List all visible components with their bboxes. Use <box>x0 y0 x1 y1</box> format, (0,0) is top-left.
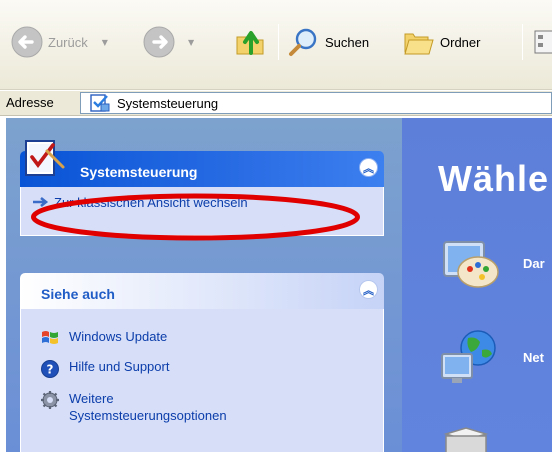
task-pane: Systemsteuerung ︽ Zur klassischen Ansich… <box>6 118 402 452</box>
folders-button[interactable]: Ordner <box>402 24 480 60</box>
collapse-icon[interactable]: ︽ <box>359 280 378 299</box>
back-label: Zurück <box>48 34 88 50</box>
svg-text:?: ? <box>47 363 54 377</box>
see-also-header[interactable]: Siehe auch ︽ <box>20 273 384 309</box>
back-dropdown-icon[interactable]: ▼ <box>102 38 108 47</box>
up-folder-button[interactable] <box>234 24 268 60</box>
address-value: Systemsteuerung <box>117 96 219 111</box>
category-network-label: Net <box>523 350 544 365</box>
help-icon: ? <box>41 360 59 378</box>
collapse-icon[interactable]: ︽ <box>359 158 378 177</box>
more-control-panel-options-link[interactable]: Weitere Systemsteuerungsoptionen <box>40 390 227 424</box>
control-panel-title: Systemsteuerung <box>80 164 198 180</box>
more-options-line2: Systemsteuerungsoptionen <box>69 408 227 423</box>
printer-icon <box>443 427 489 452</box>
address-field[interactable]: Systemsteuerung <box>80 92 552 114</box>
search-button[interactable]: Suchen <box>287 24 369 60</box>
toolbar: Zurück ▼ ▼ Suchen Ordner <box>0 0 552 90</box>
back-arrow-icon <box>11 26 43 58</box>
windows-update-label: Windows Update <box>69 329 168 344</box>
search-label: Suchen <box>325 34 370 50</box>
category-printers[interactable] <box>438 424 498 452</box>
address-bar: Adresse Systemsteuerung <box>0 90 552 116</box>
forward-button[interactable]: ▼ <box>142 24 194 60</box>
help-support-link[interactable]: ? Hilfe und Support <box>40 359 169 379</box>
back-button[interactable]: Zurück ▼ <box>10 24 108 60</box>
forward-dropdown-icon[interactable]: ▼ <box>188 38 194 47</box>
help-support-label: Hilfe und Support <box>69 359 170 374</box>
control-panel-icon <box>90 94 110 112</box>
toolbar-separator <box>522 24 523 60</box>
more-options-text: Weitere Systemsteuerungsoptionen <box>69 390 227 424</box>
category-appearance[interactable]: Dar <box>438 232 552 302</box>
category-network[interactable]: Net <box>438 326 552 396</box>
forward-arrow-icon <box>143 26 175 58</box>
folders-label: Ordner <box>440 34 481 50</box>
views-icon <box>534 30 552 54</box>
content-pane: Wähle Dar Net <box>402 118 552 452</box>
address-label: Adresse <box>6 95 54 110</box>
pick-category-heading: Wähle <box>438 158 550 199</box>
windows-update-link[interactable]: Windows Update <box>40 329 167 347</box>
highlight-ellipse <box>31 193 360 241</box>
control-panel-header[interactable]: Systemsteuerung ︽ <box>20 151 384 187</box>
explorer-window: Zurück ▼ ▼ Suchen Ordner Adresse Systems… <box>0 0 552 452</box>
gear-icon <box>41 391 59 409</box>
category-appearance-label: Dar <box>523 256 545 271</box>
views-button[interactable] <box>532 24 552 60</box>
toolbar-separator <box>278 24 279 60</box>
folders-icon <box>404 33 434 55</box>
more-options-line1: Weitere <box>69 391 114 406</box>
appearance-icon <box>443 241 499 288</box>
see-also-task-box: Siehe auch ︽ Windows Update ? Hilfe und … <box>20 273 384 452</box>
search-icon <box>289 28 317 56</box>
control-panel-large-icon <box>25 140 65 176</box>
network-icon <box>441 330 496 383</box>
see-also-title: Siehe auch <box>41 286 115 302</box>
windows-update-icon <box>42 331 58 344</box>
see-also-body: Windows Update ? Hilfe und Support Weite… <box>20 309 384 452</box>
up-folder-icon <box>236 31 264 55</box>
